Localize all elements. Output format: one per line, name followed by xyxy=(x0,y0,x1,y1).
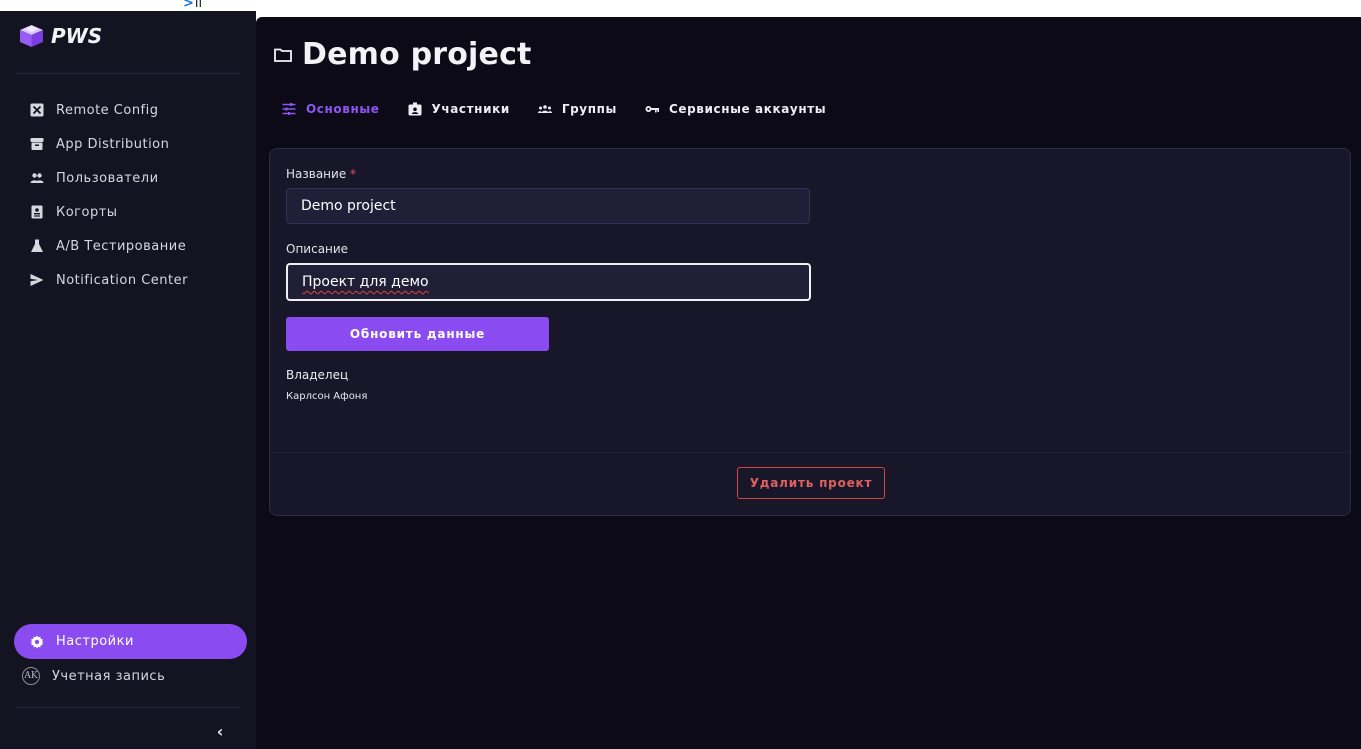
tab-label: Группы xyxy=(561,102,617,116)
sidebar-item-account[interactable]: AK Учетная запись xyxy=(22,661,165,691)
group-icon xyxy=(537,102,552,116)
tab-members[interactable]: Участники xyxy=(408,102,510,116)
main-area: Demo project Основные Участники Группы С… xyxy=(256,11,1361,749)
sidebar-item-users[interactable]: Пользователи xyxy=(0,161,256,195)
collapse-sidebar-button[interactable]: ‹ xyxy=(210,722,230,742)
name-field-label: Название * xyxy=(286,167,357,181)
sidebar-divider xyxy=(16,73,240,74)
owner-name: Карлсон Афоня xyxy=(286,391,368,402)
card-divider xyxy=(270,452,1350,453)
delete-project-button[interactable]: Удалить проект xyxy=(737,467,885,499)
sidebar-item-label: App Distribution xyxy=(56,136,170,152)
sidebar-item-label: Remote Config xyxy=(56,102,159,118)
gear-icon xyxy=(30,635,44,649)
sidebar-item-notification-center[interactable]: Notification Center xyxy=(0,263,256,297)
update-data-button[interactable]: Обновить данные xyxy=(286,317,549,351)
project-name-input[interactable]: Demo project xyxy=(286,188,810,224)
tab-label: Основные xyxy=(306,102,380,116)
flask-icon xyxy=(30,239,44,253)
brand-name: PWS xyxy=(51,24,103,48)
project-settings-card: Название * Demo project Описание Проект … xyxy=(269,148,1351,516)
sidebar-item-label: Учетная запись xyxy=(52,668,166,684)
sidebar-item-label: Пользователи xyxy=(56,170,159,186)
id-badge-icon xyxy=(408,102,422,116)
tab-bar: Основные Участники Группы Сервисные акка… xyxy=(282,102,854,116)
tab-groups[interactable]: Группы xyxy=(537,102,617,116)
folder-icon xyxy=(274,48,292,62)
main-panel: Demo project Основные Участники Группы С… xyxy=(256,17,1361,749)
required-mark: * xyxy=(350,167,357,181)
description-field-label: Описание xyxy=(286,242,349,256)
sidebar-item-label: Когорты xyxy=(56,204,118,220)
page-header: Demo project xyxy=(274,37,532,72)
archive-icon xyxy=(30,137,44,151)
top-chevron-icon: >ll xyxy=(183,0,203,11)
cube-logo-icon xyxy=(20,25,43,47)
sidebar-nav: Remote Config App Distribution Пользоват… xyxy=(0,93,256,297)
brand[interactable]: PWS xyxy=(18,24,102,48)
tab-label: Сервисные аккаунты xyxy=(668,102,827,116)
sidebar-item-remote-config[interactable]: Remote Config xyxy=(0,93,256,127)
people-icon xyxy=(30,171,44,185)
send-icon xyxy=(30,273,44,287)
avatar: AK xyxy=(22,667,40,685)
page-title: Demo project xyxy=(302,37,532,72)
sidebar-item-app-distribution[interactable]: App Distribution xyxy=(0,127,256,161)
sidebar-divider xyxy=(16,707,240,708)
sidebar: PWS Remote Config App Distribution Польз… xyxy=(0,11,256,749)
key-icon xyxy=(645,102,659,116)
square-x-icon xyxy=(30,103,44,117)
project-description-input[interactable]: Проект для демо xyxy=(286,263,811,301)
sidebar-item-settings[interactable]: Настройки xyxy=(14,624,247,659)
badge-icon xyxy=(30,205,44,219)
sidebar-item-label: Настройки xyxy=(56,634,134,649)
sidebar-item-ab-testing[interactable]: A/B Тестирование xyxy=(0,229,256,263)
tab-service-accounts[interactable]: Сервисные аккаунты xyxy=(645,102,826,116)
owner-label: Владелец xyxy=(286,368,349,382)
top-strip xyxy=(0,0,1361,11)
sidebar-item-cohorts[interactable]: Когорты xyxy=(0,195,256,229)
sidebar-item-label: Notification Center xyxy=(56,272,188,288)
sidebar-item-label: A/B Тестирование xyxy=(56,238,187,254)
tab-label: Участники xyxy=(431,102,510,116)
tab-general[interactable]: Основные xyxy=(282,102,380,116)
sliders-icon xyxy=(282,102,296,116)
